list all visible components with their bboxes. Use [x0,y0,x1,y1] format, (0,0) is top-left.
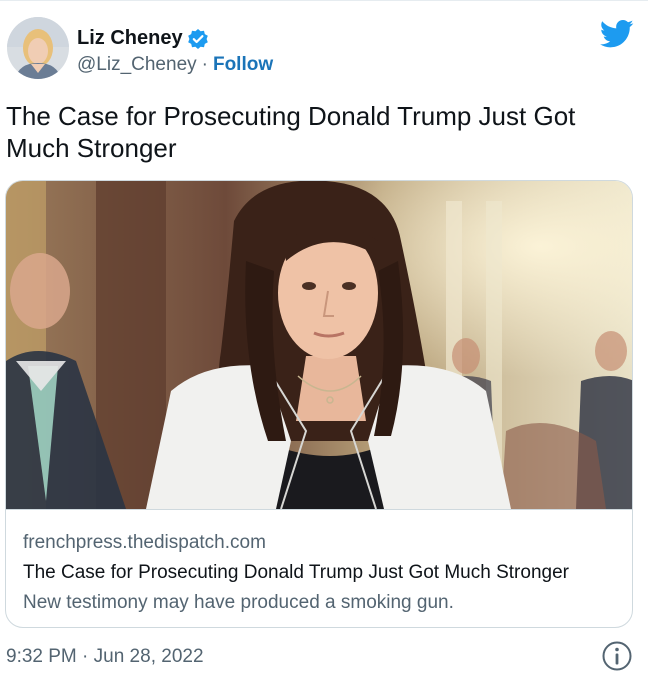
separator-dot: · [201,54,208,75]
card-description: New testimony may have produced a smokin… [23,592,454,613]
handle-row: @Liz_Cheney · Follow [77,54,273,76]
card-image [6,181,632,509]
display-name[interactable]: Liz Cheney [77,27,183,50]
tweet-timestamp[interactable]: 9:32 PM · Jun 28, 2022 [6,646,204,668]
avatar[interactable] [7,17,69,79]
embedded-tweet: Liz Cheney @Liz_Cheney · Follow The Case… [0,0,648,678]
user-handle[interactable]: @Liz_Cheney [77,54,197,76]
link-card[interactable]: frenchpress.thedispatch.com The Case for… [5,180,633,628]
card-domain: frenchpress.thedispatch.com [23,532,266,553]
info-icon[interactable] [601,640,633,672]
top-divider [0,0,648,1]
card-title: The Case for Prosecuting Donald Trump Ju… [23,562,569,583]
verified-badge-icon [187,28,209,50]
tweet-text: The Case for Prosecuting Donald Trump Ju… [6,101,576,163]
card-divider [6,509,632,510]
twitter-bird-icon[interactable] [599,19,634,49]
follow-button[interactable]: Follow [213,54,273,76]
name-row: Liz Cheney [77,27,209,50]
